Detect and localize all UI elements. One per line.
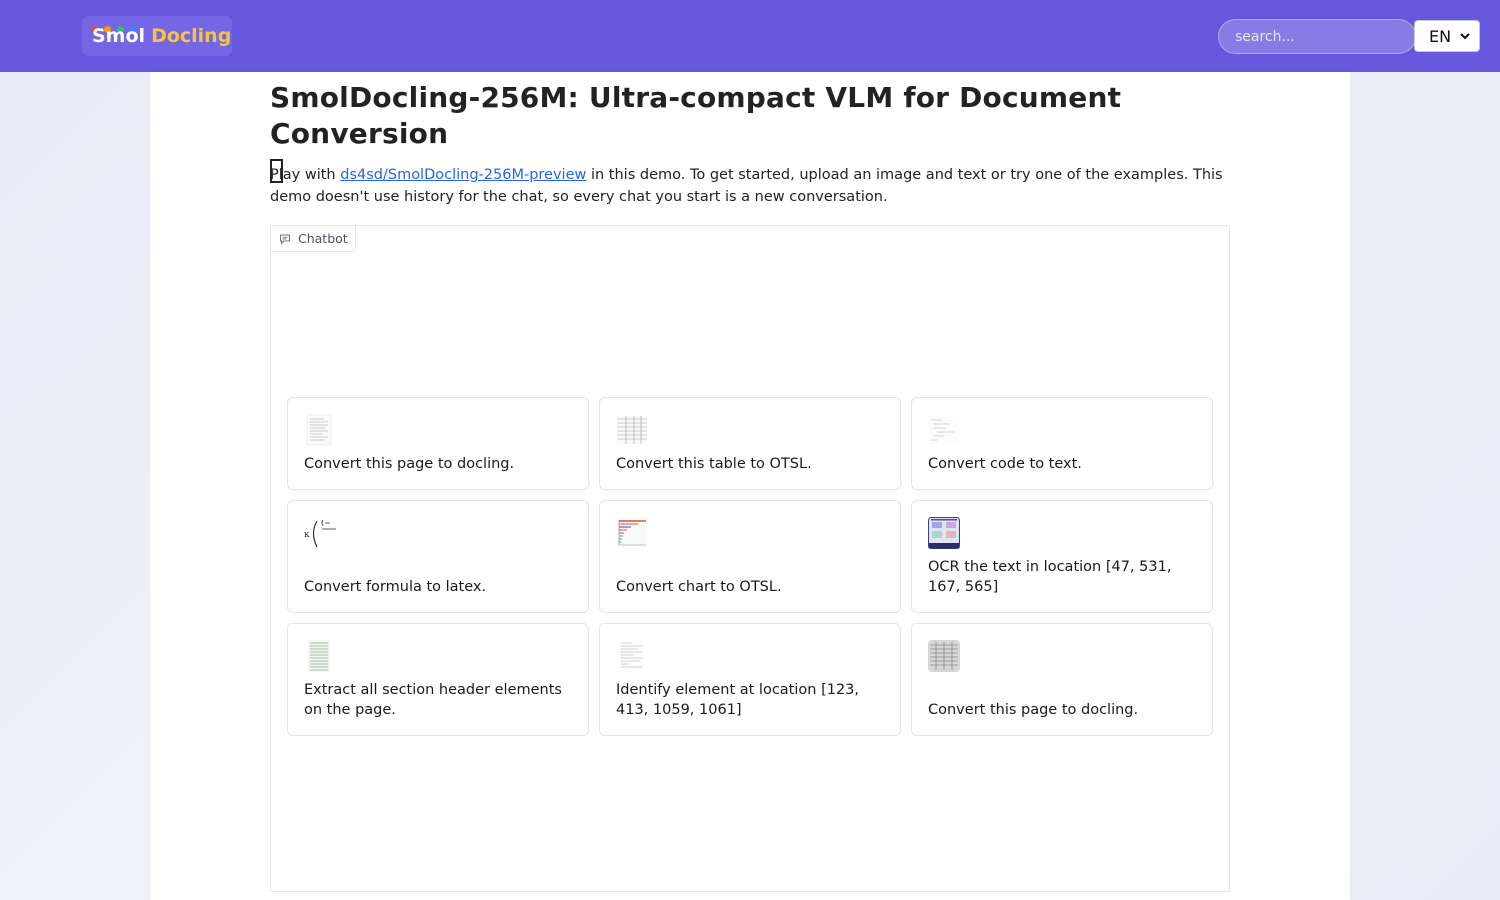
language-select[interactable]: EN — [1414, 20, 1480, 52]
formula-thumbnail-icon: ĸ — [304, 519, 336, 548]
main-content-panel: SmolDocling-256M: Ultra-compact VLM for … — [150, 72, 1350, 900]
smoldocling-logo[interactable]: Smol Docling — [82, 16, 232, 56]
example-card-section-headers[interactable]: Extract all section header elements on t… — [287, 623, 589, 736]
logo-text-smol: Smol — [92, 25, 146, 47]
chatbot-label: Chatbot — [271, 226, 356, 252]
document-page-thumbnail-icon — [306, 414, 332, 446]
scanned-page-thumbnail-icon — [928, 640, 960, 672]
example-text: Convert this table to OTSL. — [616, 456, 812, 472]
page-headers-thumbnail-icon — [308, 640, 330, 672]
example-card-ocr-location[interactable]: OCR the text in location [47, 531, 167, … — [911, 500, 1213, 613]
example-text: Convert formula to latex. — [304, 579, 487, 595]
table-thumbnail-icon — [617, 416, 647, 444]
screenshot-thumbnail-icon — [928, 517, 960, 549]
description-text-start: Play with — [270, 167, 341, 183]
logo-text-docling: Docling — [151, 25, 232, 47]
search-input[interactable] — [1218, 19, 1416, 54]
language-select-value: EN — [1429, 26, 1452, 46]
example-text: OCR the text in location [47, 531, 167, … — [928, 559, 1172, 595]
example-card-chart-to-otsl[interactable]: Convert chart to OTSL. — [599, 500, 901, 613]
example-text: Convert this page to docling. — [304, 456, 515, 472]
example-card-identify-element[interactable]: Identify element at location [123, 413, … — [599, 623, 901, 736]
svg-text:ĸ: ĸ — [304, 530, 310, 540]
example-card-formula-to-latex[interactable]: ĸ Convert formula to latex. — [287, 500, 589, 613]
top-navigation-bar: Smol Docling EN — [0, 0, 1500, 72]
example-text: Convert code to text. — [928, 456, 1082, 472]
chart-thumbnail-icon — [617, 518, 647, 548]
chatbot-label-text: Chatbot — [298, 231, 348, 246]
chat-bubble-icon — [280, 234, 290, 245]
page-layout-thumbnail-icon — [619, 640, 645, 672]
example-text: Extract all section header elements on t… — [304, 682, 562, 718]
example-text: Identify element at location [123, 413, … — [616, 682, 860, 718]
example-text: Convert chart to OTSL. — [616, 579, 782, 595]
code-thumbnail-icon — [929, 416, 959, 444]
example-card-scanned-page-to-docling[interactable]: Convert this page to docling. — [911, 623, 1213, 736]
page-title-text: SmolDocling-256M: Ultra-compact VLM for … — [270, 81, 1122, 150]
example-card-code-to-text[interactable]: Convert code to text. — [911, 397, 1213, 490]
model-link[interactable]: ds4sd/SmolDocling-256M-preview — [340, 167, 586, 183]
chatbot-panel: Chatbot Convert this page to docling. Co… — [270, 225, 1230, 892]
example-card-page-to-docling[interactable]: Convert this page to docling. — [287, 397, 589, 490]
chevron-down-icon — [1460, 33, 1470, 40]
example-text: Convert this page to docling. — [928, 702, 1139, 718]
example-card-table-to-otsl[interactable]: Convert this table to OTSL. — [599, 397, 901, 490]
page-description: Play with ds4sd/SmolDocling-256M-preview… — [270, 164, 1230, 208]
